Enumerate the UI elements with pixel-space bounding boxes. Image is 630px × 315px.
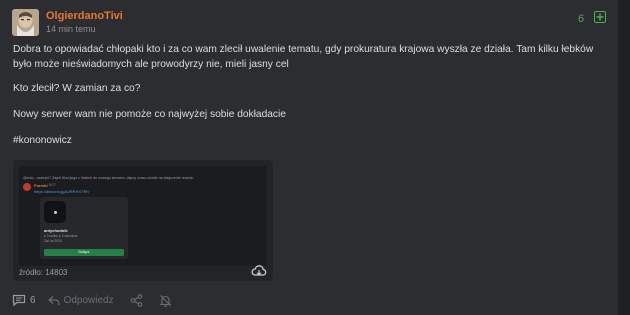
embedded-screenshot[interactable]: @kolo-- czarnjol? Zapeł Kiwi jingo z lin… xyxy=(19,166,267,266)
comment-icon xyxy=(12,294,26,306)
reply-label: Odpowiedz xyxy=(63,294,114,306)
screenshot-bot-avatar xyxy=(23,183,31,191)
plus-icon xyxy=(596,13,604,21)
post-paragraph-2: Kto zlecił? W zamian za co? xyxy=(13,83,141,94)
post-paragraph-3: Nowy serwer wam nie pomoże co najwyżej s… xyxy=(13,109,286,120)
post-timestamp: 14 min temu xyxy=(46,24,96,34)
hashtag-link[interactable]: #kononowicz xyxy=(13,133,608,148)
screenshot-reply-line: @kolo-- czarnjol? Zapeł Kiwi jingo z lin… xyxy=(23,176,195,180)
scrollbar-thumb[interactable] xyxy=(621,0,627,315)
upvote-button[interactable] xyxy=(594,11,606,23)
post-paragraph-1: Dobra to opowiadać chłopaki kto i za co … xyxy=(13,44,594,70)
screenshot-server-icon xyxy=(44,201,66,223)
bell-off-icon xyxy=(159,294,171,307)
screenshot-author-tag: BOT xyxy=(49,183,57,187)
screenshot-invite-card: antychodnik ● 3 online ● 3 członków Zał.… xyxy=(40,197,128,259)
cloud-download-icon[interactable] xyxy=(251,264,267,278)
vote-count: 6 xyxy=(578,13,585,25)
screenshot-server-date: Zał. lut 2024 xyxy=(44,239,62,243)
comments-count: 6 xyxy=(30,294,36,306)
post-actions: 6 Odpowiedz xyxy=(12,292,182,308)
reply-button[interactable]: Odpowiedz xyxy=(47,294,114,306)
reply-icon xyxy=(47,295,60,305)
user-avatar[interactable] xyxy=(12,9,39,36)
embedded-image-card[interactable]: @kolo-- czarnjol? Zapeł Kiwi jingo z lin… xyxy=(13,160,273,281)
notification-button[interactable] xyxy=(159,294,172,307)
comments-button[interactable]: 6 xyxy=(12,294,36,306)
share-icon xyxy=(130,293,142,307)
screenshot-author: Formbi xyxy=(34,183,48,188)
screenshot-server-stats: ● 3 online ● 3 członków xyxy=(44,234,78,238)
post-author[interactable]: OlgierdanoTivi xyxy=(46,10,123,22)
image-source-label: źródło: 14803 xyxy=(19,268,68,277)
share-button[interactable] xyxy=(130,293,143,307)
scrollbar[interactable] xyxy=(618,0,630,315)
screenshot-invite-link: https://discord.gg/k2RRHXTRh xyxy=(34,189,89,194)
screenshot-join-button: Dołącz xyxy=(44,249,124,256)
post-card: OlgierdanoTivi 14 min temu 6 Dobra to op… xyxy=(0,0,618,315)
screenshot-server-name: antychodnik xyxy=(44,228,68,233)
